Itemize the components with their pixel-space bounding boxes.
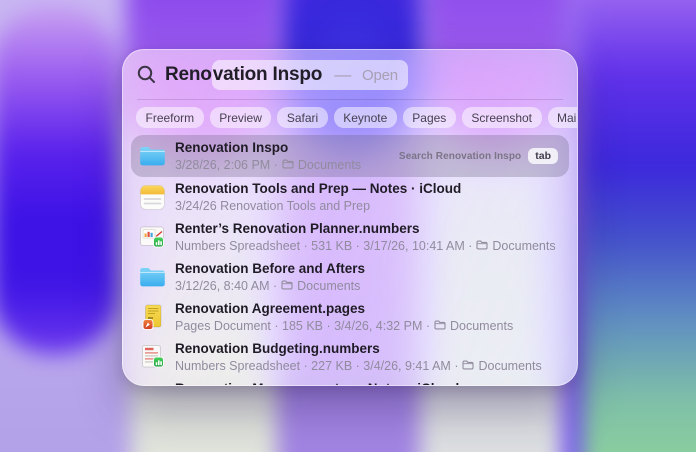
spotlight-window: Renovation Inspo — Open Freeform PreviewSaf…: [122, 49, 578, 386]
result-location: Documents: [298, 158, 361, 173]
folder-icon: [138, 145, 166, 167]
result-subtitle: Pages Document · 185 KB · 3/4/26, 4:32 P…: [175, 319, 513, 334]
result-subtitle: 3/24/26 Renovation Tools and Prep: [175, 199, 461, 214]
row-action-label: Search Renovation Inspo: [399, 151, 521, 162]
search-hint-action: Open: [362, 67, 398, 84]
divider: [137, 99, 563, 100]
search-input[interactable]: Renovation Inspo — Open: [165, 64, 408, 86]
result-subtitle: Numbers Spreadsheet · 531 KB · 3/17/26, …: [175, 239, 556, 254]
result-location: Documents: [492, 239, 555, 254]
documents-folder-icon: [476, 239, 488, 254]
result-row[interactable]: Renter’s Renovation Planner.numbers Numbe…: [131, 217, 569, 257]
documents-folder-icon: [282, 158, 294, 173]
filter-chip-pages[interactable]: Pages: [403, 107, 456, 128]
result-row[interactable]: Renovation Agreement.pages Pages Document…: [131, 297, 569, 337]
notes-icon: [138, 185, 166, 210]
result-meta: 3/12/26, 8:40 AM ·: [175, 279, 277, 294]
result-row[interactable]: Renovation Budgeting.numbers Numbers Spre…: [131, 337, 569, 377]
result-row[interactable]: Renovation Tools and Prep — Notes · iClo…: [131, 177, 569, 217]
result-subtitle: 3/12/26, 8:40 AM · Documents: [175, 279, 365, 294]
result-subtitle: Numbers Spreadsheet · 227 KB · 3/4/26, 9…: [175, 359, 542, 374]
result-row[interactable]: Renovation Before and Afters 3/12/26, 8:4…: [131, 257, 569, 297]
search-completed-text: vation Inspo: [213, 64, 323, 85]
search-icon: [137, 65, 156, 84]
filter-chip-screenshot[interactable]: Screenshot: [462, 107, 542, 128]
notes-icon: [138, 385, 166, 387]
result-meta: 3/24/26 Renovation Tools and Prep: [175, 199, 370, 214]
result-location: Documents: [297, 279, 360, 294]
result-title: Renovation Tools and Prep — Notes · iClo…: [175, 181, 461, 197]
result-meta: Numbers Spreadsheet · 531 KB · 3/17/26, …: [175, 239, 472, 254]
results-list: Renovation Inspo 3/28/26, 2:06 PM · Docume…: [123, 135, 577, 386]
result-meta: Pages Document · 185 KB · 3/4/26, 4:32 P…: [175, 319, 430, 334]
wallpaper-pill: [0, 6, 118, 354]
folder-icon: [138, 266, 166, 288]
numbers-chart-icon: [138, 224, 166, 250]
result-title: Renovation Inspo: [175, 140, 361, 156]
result-title: Renovation Budgeting.numbers: [175, 341, 542, 357]
result-title: Renovation Before and Afters: [175, 261, 365, 277]
search-hint: — Open: [322, 64, 398, 85]
search-typed-text: Reno: [165, 64, 212, 85]
result-row[interactable]: Renovation Measurements — Notes · iCloud: [131, 377, 569, 386]
result-row[interactable]: Renovation Inspo 3/28/26, 2:06 PM · Docume…: [131, 135, 569, 177]
filter-chip-freeform[interactable]: Freeform: [136, 107, 204, 128]
result-title: Renter’s Renovation Planner.numbers: [175, 221, 556, 237]
wallpaper-column: [582, 0, 696, 452]
desktop: Renovation Inspo — Open Freeform PreviewSaf…: [0, 0, 696, 452]
result-meta: Numbers Spreadsheet · 227 KB · 3/4/26, 9…: [175, 359, 458, 374]
documents-folder-icon: [434, 319, 446, 334]
documents-folder-icon: [281, 279, 293, 294]
tab-key-badge[interactable]: tab: [528, 148, 558, 164]
numbers-table-icon: [138, 344, 166, 370]
documents-folder-icon: [462, 359, 474, 374]
result-subtitle: 3/28/26, 2:06 PM · Documents: [175, 158, 361, 173]
filter-chip-preview[interactable]: Preview: [210, 107, 272, 128]
row-action: Search Renovation Inspo tab: [399, 148, 562, 164]
result-location: Documents: [450, 319, 513, 334]
filter-chips: Freeform PreviewSafari Keynote Pages Screens…: [136, 107, 564, 128]
filter-chip-keynote[interactable]: Keynote: [334, 107, 397, 128]
pages-icon: [138, 304, 166, 331]
search-hint-dash: —: [334, 65, 351, 84]
search-bar[interactable]: Renovation Inspo — Open: [123, 50, 577, 95]
search-completion: vation Inspo — Open: [212, 60, 408, 90]
result-location: Documents: [478, 359, 541, 374]
result-title: Renovation Agreement.pages: [175, 301, 513, 317]
result-title: Renovation Measurements — Notes · iCloud: [175, 381, 459, 387]
result-meta: 3/28/26, 2:06 PM ·: [175, 158, 278, 173]
filter-chip-safari[interactable]: Safari: [277, 107, 327, 128]
filter-chip-mail[interactable]: Mail: [548, 107, 578, 128]
